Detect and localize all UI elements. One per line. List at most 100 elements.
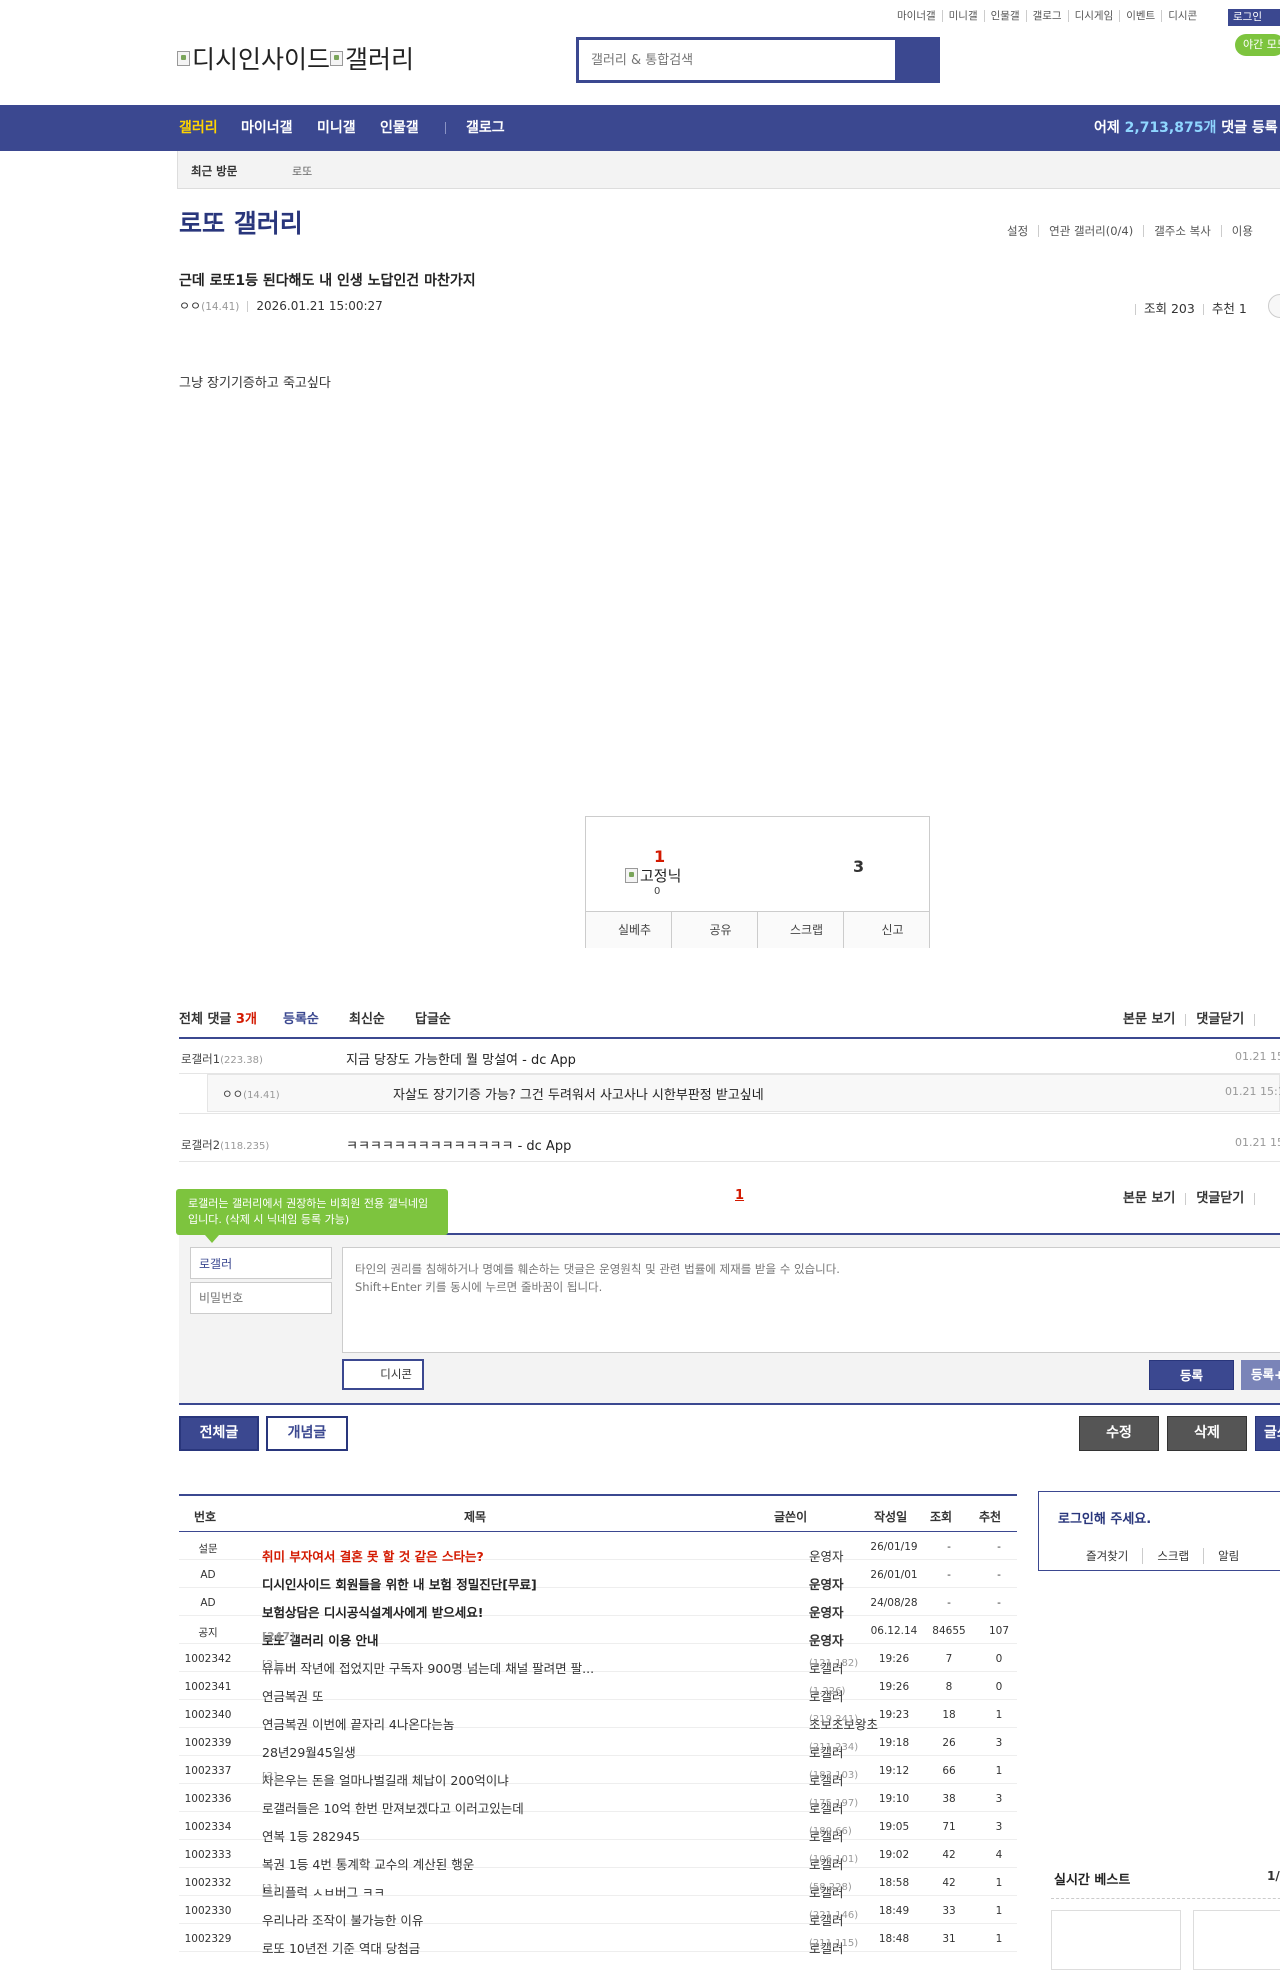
- best-recommend-button[interactable]: 실베추: [586, 912, 671, 948]
- broken-image-icon: [625, 868, 638, 883]
- post-list-row[interactable]: 1002339 28년29월45일생 로갤러 (211.234) 19:18 26 3: [179, 1728, 1017, 1760]
- nickname-field[interactable]: [190, 1247, 332, 1279]
- broken-image-icon: [330, 50, 344, 66]
- post-list-row[interactable]: 1002333 복권 1등 4번 통계학 교수의 계산된 행운 로갤러 (106.…: [179, 1840, 1017, 1872]
- top-link[interactable]: 갤로그: [1027, 10, 1069, 22]
- gallery-menu-usage[interactable]: 이용: [1220, 225, 1263, 237]
- reply-comment-row: ㅇㅇ(14.41) 자살도 장기기증 가능? 그건 두려워서 사고사나 시한부판…: [207, 1074, 1280, 1112]
- gallery-menu-settings[interactable]: 설정: [1007, 225, 1038, 237]
- gallery-menu-copy-url[interactable]: 갤주소 복사: [1143, 225, 1221, 237]
- post-list-header: 번호 제목 글쓴이 작성일 조회 추천: [179, 1494, 1017, 1532]
- comment-text: ㅋㅋㅋㅋㅋㅋㅋㅋㅋㅋㅋㅋㅋㅋ - dc App: [346, 1139, 572, 1154]
- comment-nick-text: 로갤러1: [181, 1052, 221, 1066]
- post-recommend: 추천 1: [1211, 301, 1247, 316]
- post-list-row[interactable]: 공지 로또 갤러리 이용 안내 [247] 운영자 06.12.14 84655 107: [179, 1616, 1017, 1648]
- gallery-title[interactable]: 로또 갤러리: [179, 204, 303, 240]
- post-list-row[interactable]: 1002340 연금복권 이번에 끝자리 4나온다는놈 초보초보왕초 (219.2…: [179, 1700, 1017, 1732]
- sort-registered[interactable]: 등록순: [283, 1008, 319, 1027]
- scrap-link[interactable]: 스크랩: [1142, 1548, 1203, 1564]
- post-list-row[interactable]: 1002329 로또 10년전 기준 역대 당첨금 로갤러 (211.115) 18…: [179, 1924, 1017, 1956]
- password-field[interactable]: [190, 1282, 332, 1314]
- post-list-row[interactable]: 1002342 유튜버 작년에 접었지만 구독자 900명 넘는데 채널 팔려면 …: [179, 1644, 1017, 1676]
- fixed-nick-label: 고정닉: [640, 867, 682, 885]
- recent-label: 최근 방문: [191, 164, 238, 178]
- top-link[interactable]: 디시콘: [1162, 10, 1203, 22]
- post-list-row[interactable]: AD 보험상담은 디시공식설계사에게 받으세요! 운영자 24/08/28- -: [179, 1588, 1017, 1620]
- top-link[interactable]: 마이너갤: [891, 10, 943, 22]
- post-list-row[interactable]: 1002336 로갤러들은 10억 한번 만져보겠다고 이러고있는데 로갤러 (1…: [179, 1784, 1017, 1816]
- reply-count: [2]: [262, 1658, 278, 1671]
- sort-replies[interactable]: 답글순: [415, 1008, 451, 1027]
- writer-ip: (58.228): [809, 1882, 852, 1893]
- recommend-up-button[interactable]: 고정닉: [625, 865, 681, 886]
- site-logo[interactable]: 디시인사이드 갤러리: [177, 40, 414, 76]
- submit-recommend-button[interactable]: 등록+추천: [1241, 1360, 1280, 1390]
- view-post-link[interactable]: 본문 보기: [1123, 1191, 1175, 1206]
- comment-nick[interactable]: 로갤러1(223.38): [181, 1051, 263, 1067]
- post-rec: 1: [995, 1709, 1003, 1721]
- post-rec: 0: [995, 1653, 1003, 1665]
- submit-button[interactable]: 등록: [1149, 1360, 1234, 1390]
- close-comments-link[interactable]: 댓글닫기: [1196, 1191, 1244, 1206]
- writer-ip: (183.103): [809, 1770, 859, 1781]
- edit-button[interactable]: 수정: [1079, 1416, 1159, 1451]
- comment-nick[interactable]: 로갤러2(118.235): [181, 1137, 269, 1153]
- post-list-row[interactable]: 1002332 트리플럭 ㅅㅂ버그 ㅋㅋ [1] 로갤러 (58.228) 18:58…: [179, 1868, 1017, 1900]
- post-date: 18:58: [878, 1877, 910, 1889]
- concept-posts-button[interactable]: 개념글: [266, 1416, 348, 1451]
- search-button[interactable]: [895, 40, 937, 80]
- nav-item-person[interactable]: 인물갤: [380, 105, 419, 151]
- nav-item-mini[interactable]: 미니갤: [317, 105, 356, 151]
- top-link[interactable]: 디시게임: [1069, 10, 1121, 22]
- search-input[interactable]: [579, 40, 895, 80]
- top-link[interactable]: 이벤트: [1120, 10, 1163, 22]
- top-link[interactable]: 미니갤: [943, 10, 985, 22]
- login-prompt[interactable]: 로그인해 주세요.: [1058, 1508, 1151, 1527]
- comment-textarea[interactable]: [342, 1247, 1280, 1353]
- view-post-link[interactable]: 본문 보기: [1123, 1012, 1175, 1027]
- share-button[interactable]: 공유: [671, 912, 757, 948]
- more-button[interactable]: [1268, 294, 1280, 318]
- reply-count: [3]: [262, 1770, 278, 1783]
- best-thumbnail[interactable]: [1051, 1910, 1181, 1970]
- writer-ip: (1.226): [809, 1686, 846, 1697]
- top-link[interactable]: 인물갤: [985, 10, 1027, 22]
- night-mode-button[interactable]: 야간 모드: [1235, 34, 1280, 56]
- scrap-button[interactable]: 스크랩: [757, 912, 843, 948]
- post-list-row[interactable]: 1002330 우리나라 조작이 불가능한 이유 로갤러 (221.146) 18:…: [179, 1896, 1017, 1928]
- close-comments-link[interactable]: 댓글닫기: [1196, 1012, 1244, 1027]
- reply-count: [1]: [262, 1882, 278, 1895]
- nav-item-gallery[interactable]: 갤러리: [179, 105, 218, 151]
- post-list-row[interactable]: 1002337 차은우는 돈을 얼마나벌길래 체납이 200억이냐 [3] 로갤러 …: [179, 1756, 1017, 1788]
- comment-date: 01.21 15:1: [1225, 1085, 1280, 1098]
- side-login-links: 즐겨찾기 스크랩 알림: [1086, 1548, 1253, 1564]
- comment-page-current[interactable]: 1: [735, 1188, 744, 1203]
- tab-all-comments[interactable]: 전체 댓글 3개: [179, 1008, 257, 1027]
- post-list-row[interactable]: 1002341 연금복권 또 로갤러 (1.226) 19:26 8 0: [179, 1672, 1017, 1704]
- header-date: 작성일: [874, 1510, 908, 1524]
- favorites-link[interactable]: 즐겨찾기: [1086, 1548, 1142, 1564]
- report-button[interactable]: 신고: [843, 912, 929, 948]
- nav-item-gallog[interactable]: 갤로그: [466, 105, 505, 151]
- logo-text-dcinside: 디시인사이드: [192, 45, 331, 74]
- logo-text-gallery: 갤러리: [345, 45, 415, 74]
- dccon-button[interactable]: 디시콘: [342, 1359, 424, 1390]
- gallery-menu-related[interactable]: 연관 갤러리(0/4): [1038, 225, 1143, 237]
- comment-nick[interactable]: ㅇㅇ(14.41): [222, 1086, 280, 1102]
- comment-links-bottom: 본문 보기 댓글닫기: [1123, 1187, 1265, 1206]
- delete-button[interactable]: 삭제: [1167, 1416, 1247, 1451]
- post-list-row[interactable]: 설문 취미 부자여서 결혼 못 할 것 같은 스타는? 운영자 26/01/19-…: [179, 1532, 1017, 1564]
- all-posts-button[interactable]: 전체글: [179, 1416, 259, 1451]
- post-list-row[interactable]: AD 디시인사이드 회원들을 위한 내 보험 정밀진단[무료] 운영자 26/01…: [179, 1560, 1017, 1592]
- sort-newest[interactable]: 최신순: [349, 1008, 385, 1027]
- notification-link[interactable]: 알림: [1203, 1548, 1253, 1564]
- write-button[interactable]: 글쓰기: [1255, 1416, 1280, 1451]
- post-rec: 3: [995, 1821, 1003, 1833]
- writer-ip: (106.101): [809, 1854, 859, 1865]
- post-list-row[interactable]: 1002334 연복 1등 282945 로갤러 (180.66) 19:05 71 3: [179, 1812, 1017, 1844]
- recent-item[interactable]: 로또: [292, 163, 312, 179]
- nav-item-minor[interactable]: 마이너갤: [241, 105, 293, 151]
- login-button[interactable]: 로그인: [1228, 9, 1280, 26]
- best-thumbnail[interactable]: [1193, 1910, 1280, 1970]
- post-author[interactable]: ㅇㅇ: [179, 299, 201, 313]
